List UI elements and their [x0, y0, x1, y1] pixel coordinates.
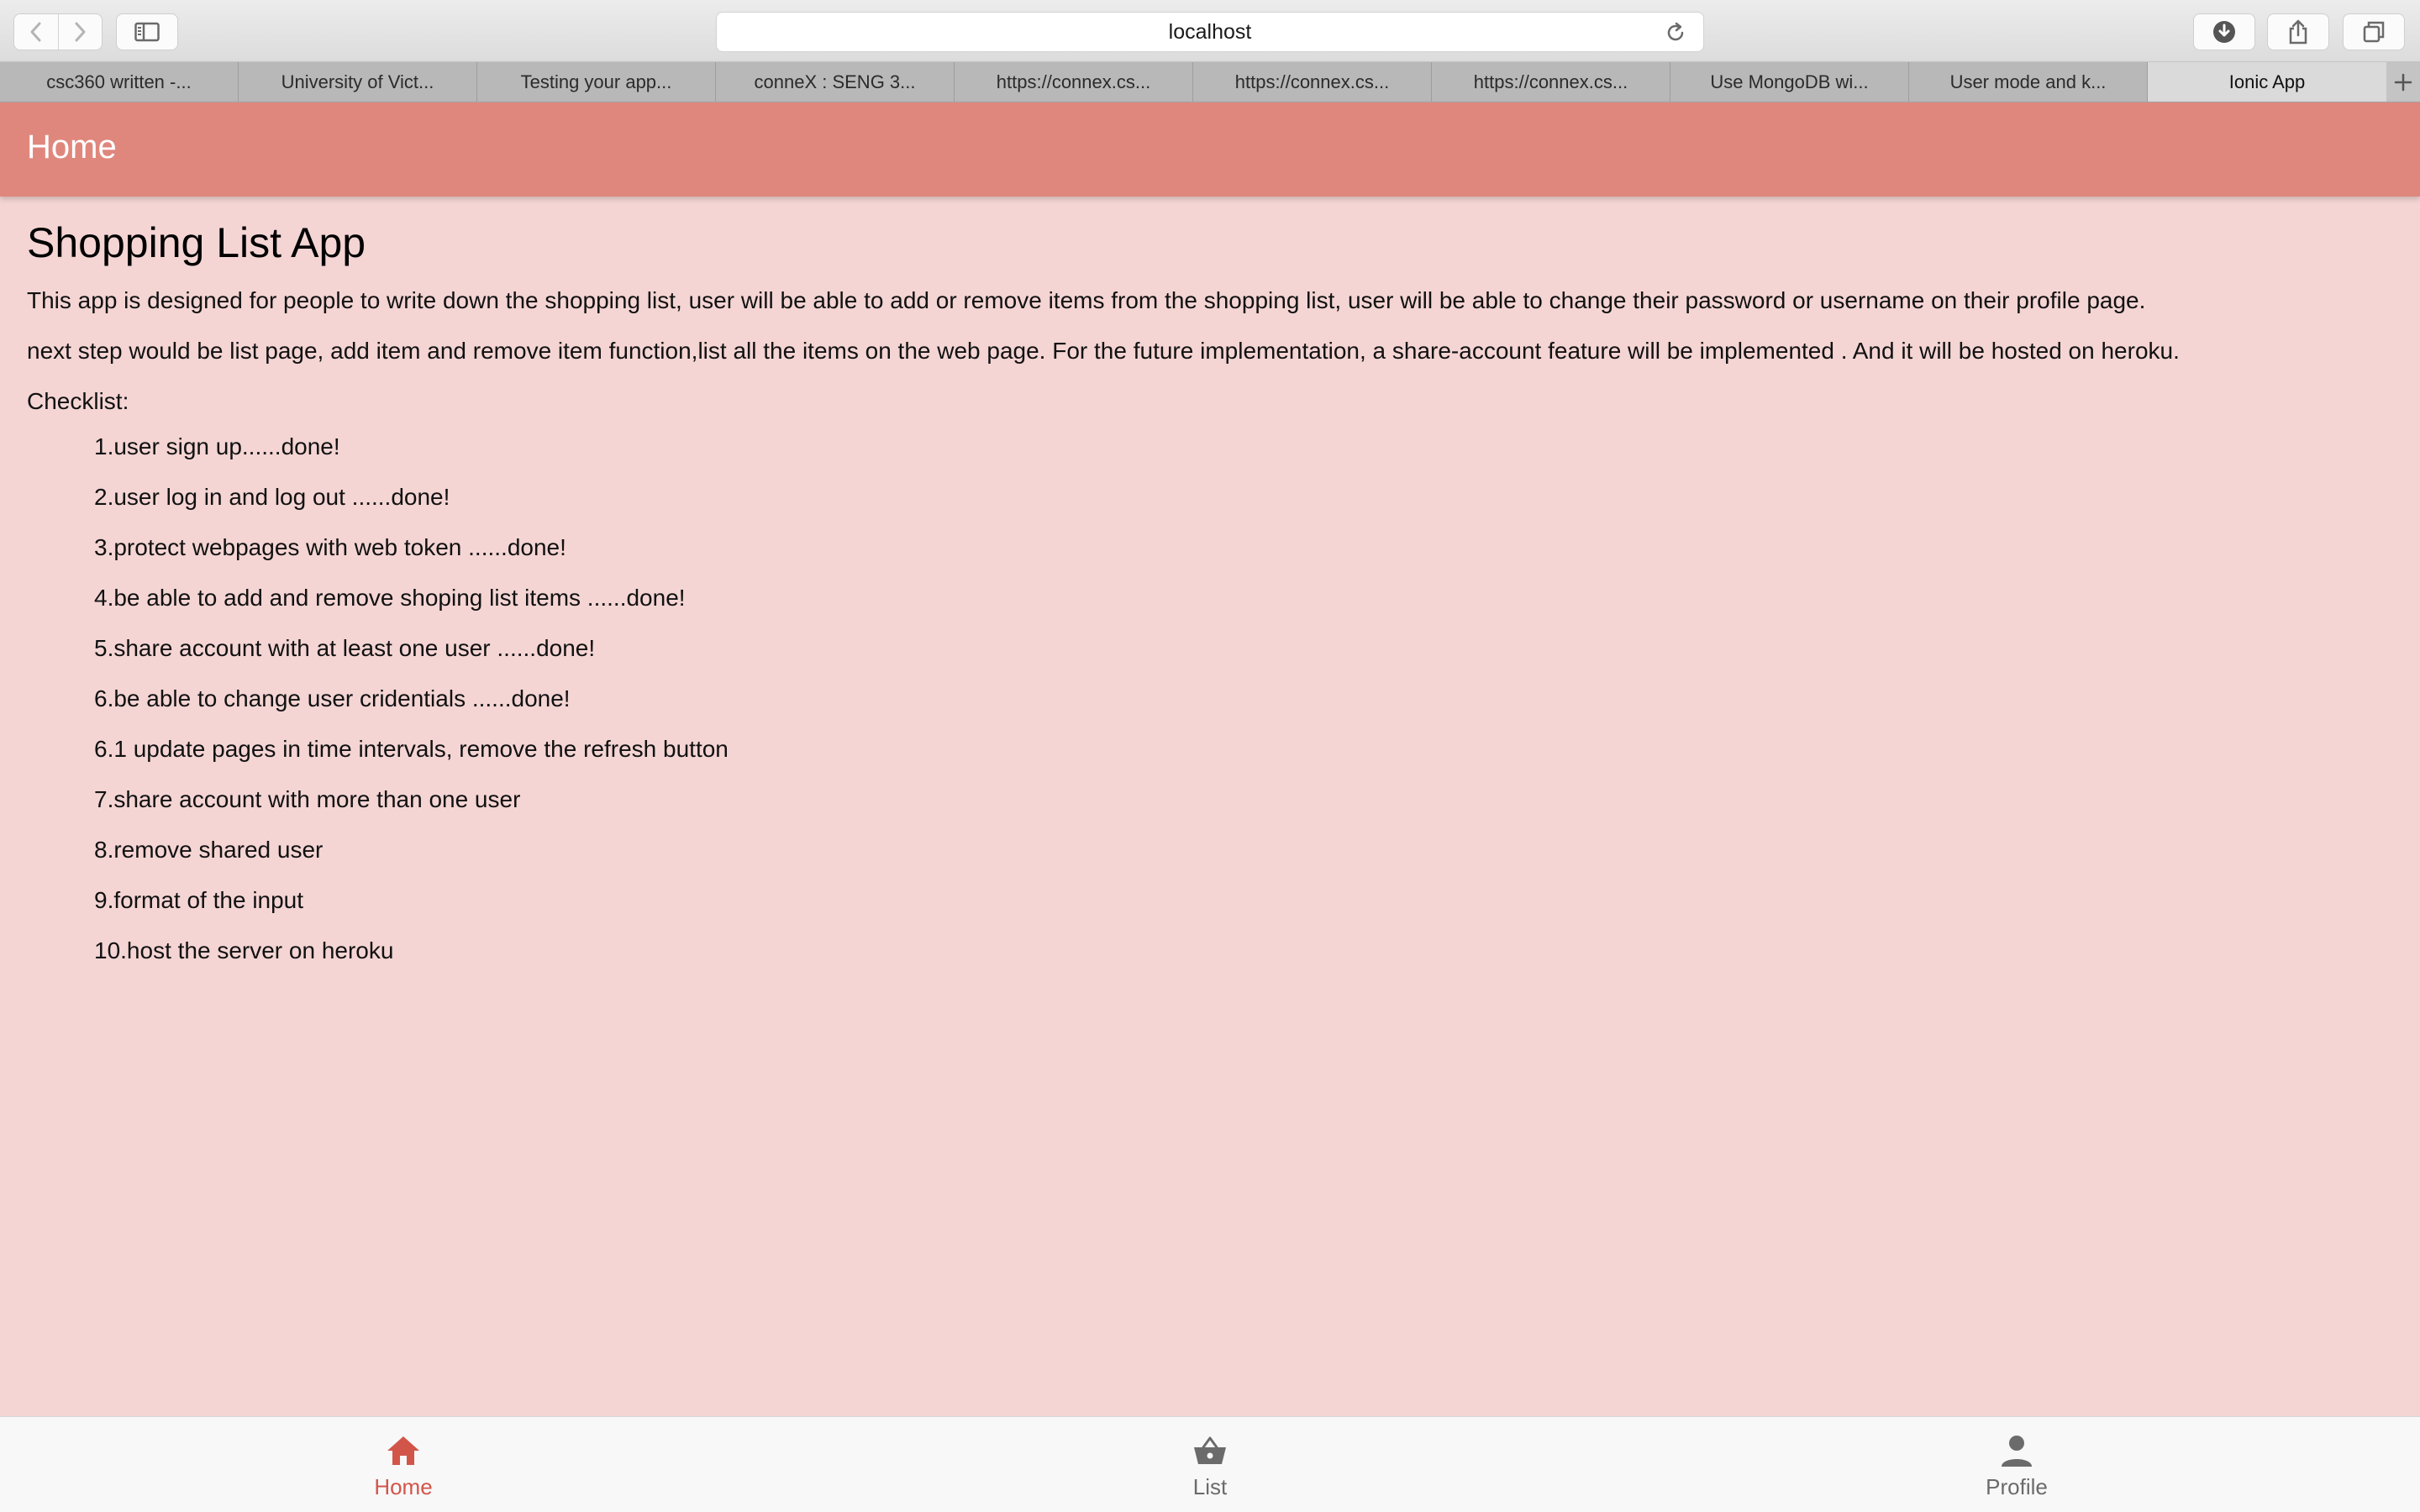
person-icon: [2002, 1436, 2032, 1467]
checklist: 1.user sign up......done! 2.user log in …: [94, 433, 729, 988]
browser-tab[interactable]: csc360 written -...: [0, 62, 239, 102]
browser-tab[interactable]: conneX : SENG 3...: [716, 62, 955, 102]
download-icon: [2213, 21, 2235, 43]
forward-button[interactable]: [57, 14, 102, 50]
description-paragraph: This app is designed for people to write…: [27, 287, 2146, 313]
checklist-heading: Checklist:: [27, 388, 129, 414]
checklist-item: 1.user sign up......done!: [94, 433, 340, 459]
browser-toolbar: localhost: [0, 0, 2420, 62]
browser-tab[interactable]: User mode and k...: [1909, 62, 2148, 102]
next-steps-paragraph: next step would be list page, add item a…: [27, 338, 2180, 364]
tab-profile[interactable]: Profile: [1933, 1417, 2101, 1512]
checklist-item: 6.be able to change user cridentials ...…: [94, 685, 571, 711]
browser-tab[interactable]: Testing your app...: [477, 62, 716, 102]
tabs-icon: [2363, 21, 2385, 43]
share-button[interactable]: [2267, 13, 2329, 50]
app-header: Home: [0, 102, 2420, 197]
bottom-tab-bar: Home List Profile: [0, 1416, 2420, 1512]
back-button[interactable]: [14, 14, 58, 50]
basket-icon: [1194, 1436, 1226, 1464]
plus-icon: [2394, 73, 2412, 91]
checklist-item: 6.1 update pages in time intervals, remo…: [94, 736, 729, 762]
tabs-overview-button[interactable]: [2343, 13, 2405, 50]
main-content: Shopping List App This app is designed f…: [0, 197, 2420, 1416]
sidebar-icon: [134, 22, 160, 42]
browser-tab[interactable]: Use MongoDB wi...: [1670, 62, 1909, 102]
url-text: localhost: [1168, 19, 1252, 44]
checklist-item: 5.share account with at least one user .…: [94, 635, 596, 661]
downloads-button[interactable]: [2193, 13, 2255, 50]
sidebar-button[interactable]: [116, 13, 178, 50]
tab-profile-label: Profile: [1986, 1474, 2048, 1499]
checklist-item: 2.user log in and log out ......done!: [94, 484, 450, 510]
checklist-item: 10.host the server on heroku: [94, 937, 394, 963]
page-header-title: Home: [27, 129, 117, 165]
new-tab-button[interactable]: [2386, 62, 2420, 102]
checklist-item: 7.share account with more than one user: [94, 786, 521, 812]
reload-icon[interactable]: [1665, 22, 1686, 44]
page-title: Shopping List App: [27, 219, 366, 266]
checklist-item: 8.remove shared user: [94, 837, 324, 863]
browser-tab[interactable]: https://connex.cs...: [1432, 62, 1670, 102]
share-icon: [2289, 19, 2307, 45]
checklist-item: 9.format of the input: [94, 887, 304, 913]
browser-tab[interactable]: https://connex.cs...: [955, 62, 1193, 102]
browser-tab[interactable]: University of Vict...: [239, 62, 477, 102]
home-icon: [387, 1436, 419, 1465]
checklist-item: 3.protect webpages with web token ......…: [94, 534, 566, 560]
tab-list-label: List: [1192, 1474, 1228, 1499]
chevron-left-icon: [30, 22, 41, 42]
tab-home-label: Home: [374, 1474, 433, 1499]
address-bar[interactable]: localhost: [716, 12, 1704, 52]
browser-tab-active[interactable]: Ionic App: [2148, 62, 2386, 102]
tab-list[interactable]: List: [1126, 1417, 1294, 1512]
checklist-item: 4.be able to add and remove shoping list…: [94, 585, 686, 611]
tab-home[interactable]: Home: [319, 1417, 487, 1512]
history-nav: [13, 13, 103, 50]
browser-tab[interactable]: https://connex.cs...: [1193, 62, 1432, 102]
chevron-right-icon: [75, 22, 86, 42]
browser-tab-strip: csc360 written -... University of Vict..…: [0, 62, 2420, 102]
